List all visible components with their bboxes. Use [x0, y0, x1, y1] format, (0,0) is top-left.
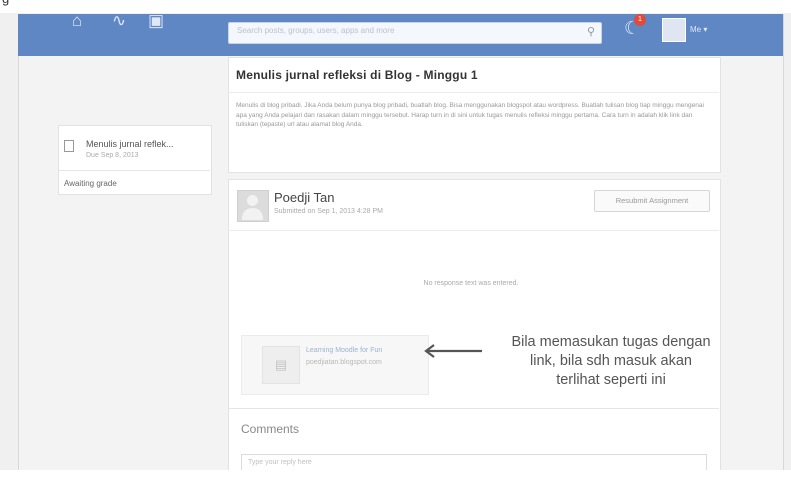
search-input[interactable]: Search posts, groups, users, apps and mo… [228, 22, 602, 44]
submitted-timestamp: Submitted on Sep 1, 2013 4:28 PM [274, 208, 383, 215]
annotation-line-1: Bila memasukan tugas dengan [511, 334, 711, 350]
calendar-icon[interactable]: ▣ [145, 10, 167, 32]
annotation-text: Bila memasukan tugas dengan link, bila s… [486, 333, 736, 390]
no-response-text: No response text was entered. [423, 280, 519, 287]
notification-bell-icon[interactable]: ☾ 1 [624, 14, 646, 39]
caption-fragment: g [2, 0, 10, 6]
document-icon [64, 140, 74, 152]
assignment-body: Menulis di blog pribadi. Jika Anda belum… [236, 102, 704, 128]
annotation-arrow [424, 344, 482, 358]
annotation-line-2: link, bila sdh masuk akan [530, 353, 692, 369]
sidebar-status: Awaiting grade [64, 179, 117, 188]
link-thumbnail-icon: ▤ [262, 346, 300, 384]
sidebar-assignment-date: Due Sep 8, 2013 [86, 152, 139, 159]
link-title[interactable]: Learning Moodle for Fun [306, 347, 382, 354]
student-avatar [237, 190, 269, 222]
search-placeholder: Search posts, groups, users, apps and mo… [237, 26, 395, 35]
user-menu[interactable]: Me ▾ [690, 25, 707, 34]
student-name[interactable]: Poedji Tan [274, 190, 334, 205]
sidebar-divider [58, 170, 210, 171]
sidebar-assignment-title[interactable]: Menulis jurnal reflek... [86, 139, 174, 149]
bottom-edge [0, 470, 791, 478]
assignment-title: Menulis jurnal refleksi di Blog - Minggu… [236, 68, 478, 82]
home-icon[interactable]: ⌂ [66, 10, 88, 32]
comments-heading: Comments [241, 422, 300, 436]
resubmit-button[interactable]: Resubmit Assignment [594, 190, 710, 212]
activity-icon[interactable]: ∿ [108, 10, 130, 32]
search-icon[interactable]: ⚲ [587, 25, 595, 38]
link-url[interactable]: poedjiatan.blogspot.com [306, 359, 382, 366]
annotation-line-3: terlihat seperti ini [556, 372, 666, 388]
assignment-divider [228, 92, 719, 93]
user-avatar[interactable] [662, 18, 686, 42]
submission-divider [228, 230, 719, 231]
username-label: Me [690, 25, 702, 34]
submission-panel [228, 179, 721, 471]
comment-placeholder: Type your reply here [248, 459, 312, 466]
comments-divider [228, 408, 719, 409]
notification-badge: 1 [634, 14, 646, 26]
